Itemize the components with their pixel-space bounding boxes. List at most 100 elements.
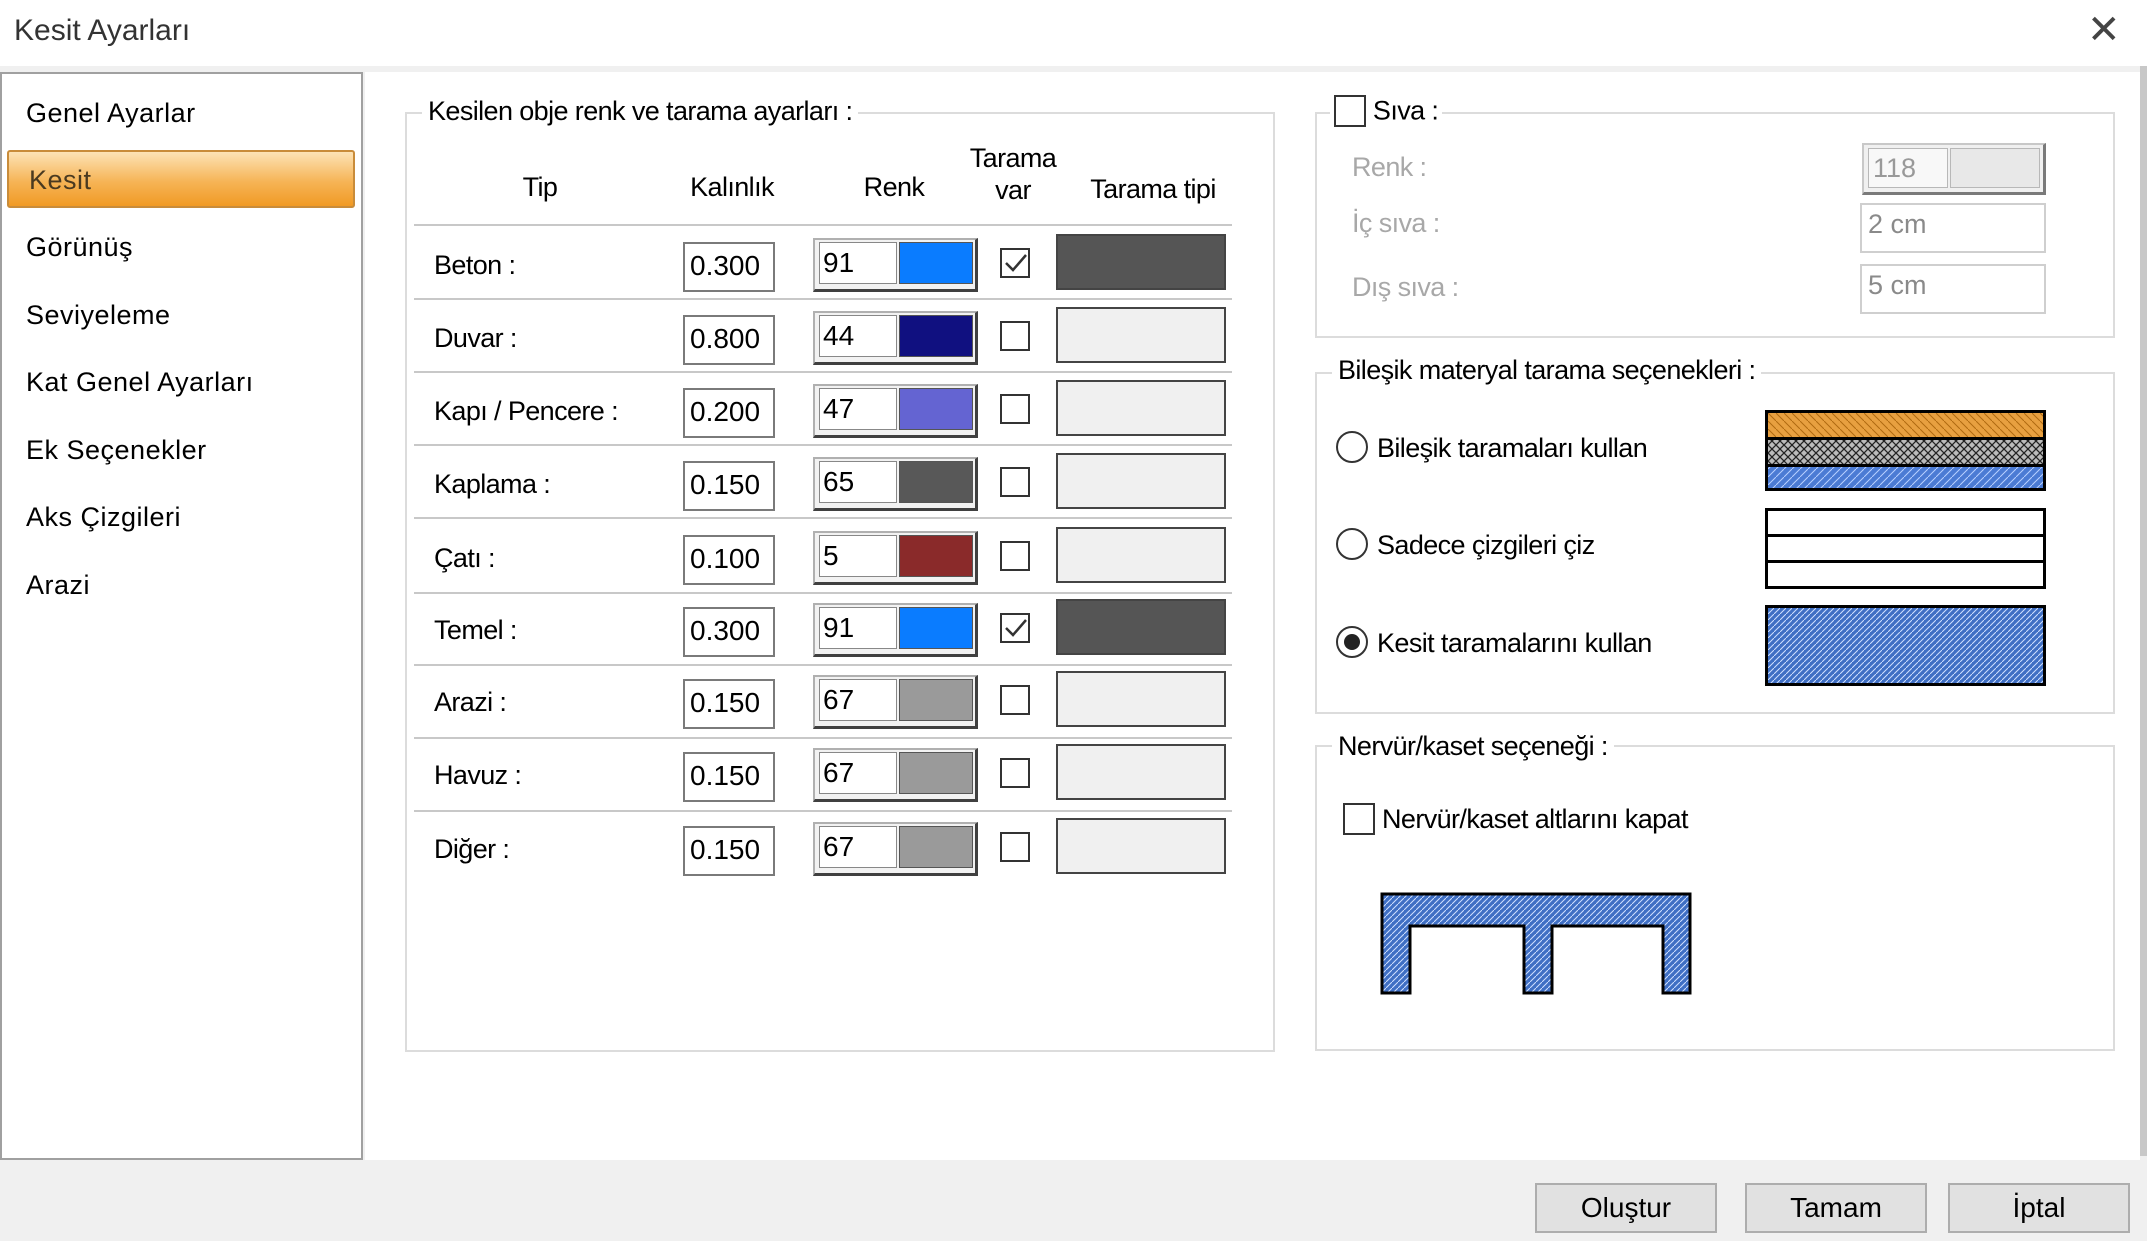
color-picker-arazi[interactable]: 67 xyxy=(813,675,978,729)
color-picker-kaplama[interactable]: 65 xyxy=(813,457,978,511)
siva-color-picker[interactable]: 118 xyxy=(1862,143,2046,195)
header-kalinlik: Kalınlık xyxy=(690,172,774,202)
olustur-button[interactable]: Oluştur xyxy=(1535,1183,1717,1233)
row-label-kapi-pencere: Kapı / Pencere : xyxy=(434,396,619,426)
iptal-button[interactable]: İptal xyxy=(1948,1183,2130,1233)
color-picker-temel[interactable]: 91 xyxy=(813,603,978,657)
color-picker-diger[interactable]: 67 xyxy=(813,822,978,876)
color-picker-beton[interactable]: 91 xyxy=(813,238,978,292)
hatch-checkbox-temel[interactable] xyxy=(1000,613,1030,643)
color-swatch xyxy=(899,388,973,430)
nav-item-ek-secenekler[interactable]: Ek Seçenekler xyxy=(26,435,207,466)
table-separator xyxy=(414,592,1232,594)
color-index: 67 xyxy=(819,752,897,794)
radio-bilesik-taramalar[interactable] xyxy=(1336,431,1368,463)
radio-dot xyxy=(1344,634,1360,650)
nav-item-aks-cizgileri[interactable]: Aks Çizgileri xyxy=(26,502,181,533)
thickness-field-kapi-pencere[interactable]: 0.200 xyxy=(683,388,775,438)
thickness-field-havuz[interactable]: 0.150 xyxy=(683,752,775,802)
color-swatch xyxy=(899,826,973,868)
color-index: 91 xyxy=(819,242,897,284)
color-index: 44 xyxy=(819,315,897,357)
siva-checkbox[interactable] xyxy=(1334,94,1366,127)
hatch-checkbox-arazi[interactable] xyxy=(1000,685,1030,715)
hatch-type-duvar[interactable] xyxy=(1056,307,1226,363)
siva-ic-field[interactable]: 2 cm xyxy=(1860,203,2046,253)
siva-dis-field[interactable]: 5 cm xyxy=(1860,264,2046,314)
checkmark-icon xyxy=(1005,254,1027,272)
hatch-type-havuz[interactable] xyxy=(1056,744,1226,800)
header-tarama: Tarama xyxy=(969,143,1057,173)
hatch-checkbox-duvar[interactable] xyxy=(1000,321,1030,351)
color-index: 91 xyxy=(819,607,897,649)
header-tarama-tipi: Tarama tipi xyxy=(1090,174,1216,204)
hatch-type-temel[interactable] xyxy=(1056,599,1226,655)
hatch-type-kapi-pencere[interactable] xyxy=(1056,380,1226,436)
color-swatch xyxy=(899,607,973,649)
hatch-checkbox-beton[interactable] xyxy=(1000,248,1030,278)
table-separator xyxy=(414,371,1232,373)
hatch-checkbox-havuz[interactable] xyxy=(1000,758,1030,788)
color-swatch xyxy=(899,535,973,577)
nervur-checkbox[interactable] xyxy=(1343,803,1375,835)
header-renk: Renk xyxy=(863,172,925,202)
color-picker-havuz[interactable]: 67 xyxy=(813,748,978,802)
thickness-field-temel[interactable]: 0.300 xyxy=(683,607,775,657)
title-bar xyxy=(0,0,2147,66)
row-label-arazi: Arazi : xyxy=(434,687,507,717)
scrollbar[interactable] xyxy=(2140,66,2147,1156)
siva-ic-label: İç sıva : xyxy=(1352,208,1440,238)
table-separator xyxy=(414,810,1232,812)
hatch-type-cati[interactable] xyxy=(1056,527,1226,583)
row-label-cati: Çatı : xyxy=(434,543,496,573)
radio-sadece-cizgiler[interactable] xyxy=(1336,528,1368,560)
nervur-group-title: Nervür/kaset seçeneği : xyxy=(1332,731,1614,762)
color-swatch xyxy=(899,461,973,503)
table-separator xyxy=(414,224,1232,226)
ribbed-slab-preview xyxy=(1380,892,1692,995)
hatch-checkbox-diger[interactable] xyxy=(1000,832,1030,862)
table-separator xyxy=(414,298,1232,300)
color-swatch xyxy=(899,242,973,284)
color-swatch xyxy=(899,315,973,357)
row-label-beton: Beton : xyxy=(434,250,516,280)
thickness-field-beton[interactable]: 0.300 xyxy=(683,242,775,292)
color-picker-kapi-pencere[interactable]: 47 xyxy=(813,384,978,438)
nav-item-kat-genel-ayarlari[interactable]: Kat Genel Ayarları xyxy=(26,367,254,398)
preview-kesit-taramalari xyxy=(1765,605,2046,686)
hatch-type-diger[interactable] xyxy=(1056,818,1226,874)
tamam-button[interactable]: Tamam xyxy=(1745,1183,1927,1233)
header-var: var xyxy=(995,175,1031,205)
color-picker-duvar[interactable]: 44 xyxy=(813,311,978,365)
window-title: Kesit Ayarları xyxy=(14,14,191,47)
siva-checkbox-label: Sıva : xyxy=(1372,95,1439,126)
nav-item-genel-ayarlar[interactable]: Genel Ayarlar xyxy=(26,98,196,129)
radio-kesit-taramalari[interactable] xyxy=(1336,626,1368,658)
radio-label-bilesik-taramalar: Bileşik taramaları kullan xyxy=(1377,433,1648,463)
thickness-field-arazi[interactable]: 0.150 xyxy=(683,679,775,729)
thickness-field-cati[interactable]: 0.100 xyxy=(683,535,775,585)
hatch-checkbox-cati[interactable] xyxy=(1000,541,1030,571)
hatch-checkbox-kapi-pencere[interactable] xyxy=(1000,394,1030,424)
thickness-field-duvar[interactable]: 0.800 xyxy=(683,315,775,365)
hatch-type-kaplama[interactable] xyxy=(1056,453,1226,509)
hatch-type-beton[interactable] xyxy=(1056,234,1226,290)
nervur-preview xyxy=(1380,892,1693,996)
nav-item-seviyeleme[interactable]: Seviyeleme xyxy=(26,300,171,331)
row-label-temel: Temel : xyxy=(434,615,517,645)
section-hatch-preview xyxy=(1768,608,2043,683)
table-separator xyxy=(414,444,1232,446)
nav-item-kesit[interactable]: Kesit xyxy=(7,150,355,208)
nav-item-arazi[interactable]: Arazi xyxy=(26,570,90,601)
row-label-duvar: Duvar : xyxy=(434,323,517,353)
thickness-field-kaplama[interactable]: 0.150 xyxy=(683,461,775,511)
nav-item-gorunus[interactable]: Görünüş xyxy=(26,232,133,263)
thickness-field-diger[interactable]: 0.150 xyxy=(683,826,775,876)
siva-renk-label: Renk : xyxy=(1352,152,1427,182)
preview-line xyxy=(1768,560,2043,563)
row-label-diger: Diğer : xyxy=(434,834,510,864)
hatch-checkbox-kaplama[interactable] xyxy=(1000,467,1030,497)
close-icon[interactable]: ✕ xyxy=(2087,10,2121,50)
color-picker-cati[interactable]: 5 xyxy=(813,531,978,585)
hatch-type-arazi[interactable] xyxy=(1056,671,1226,727)
